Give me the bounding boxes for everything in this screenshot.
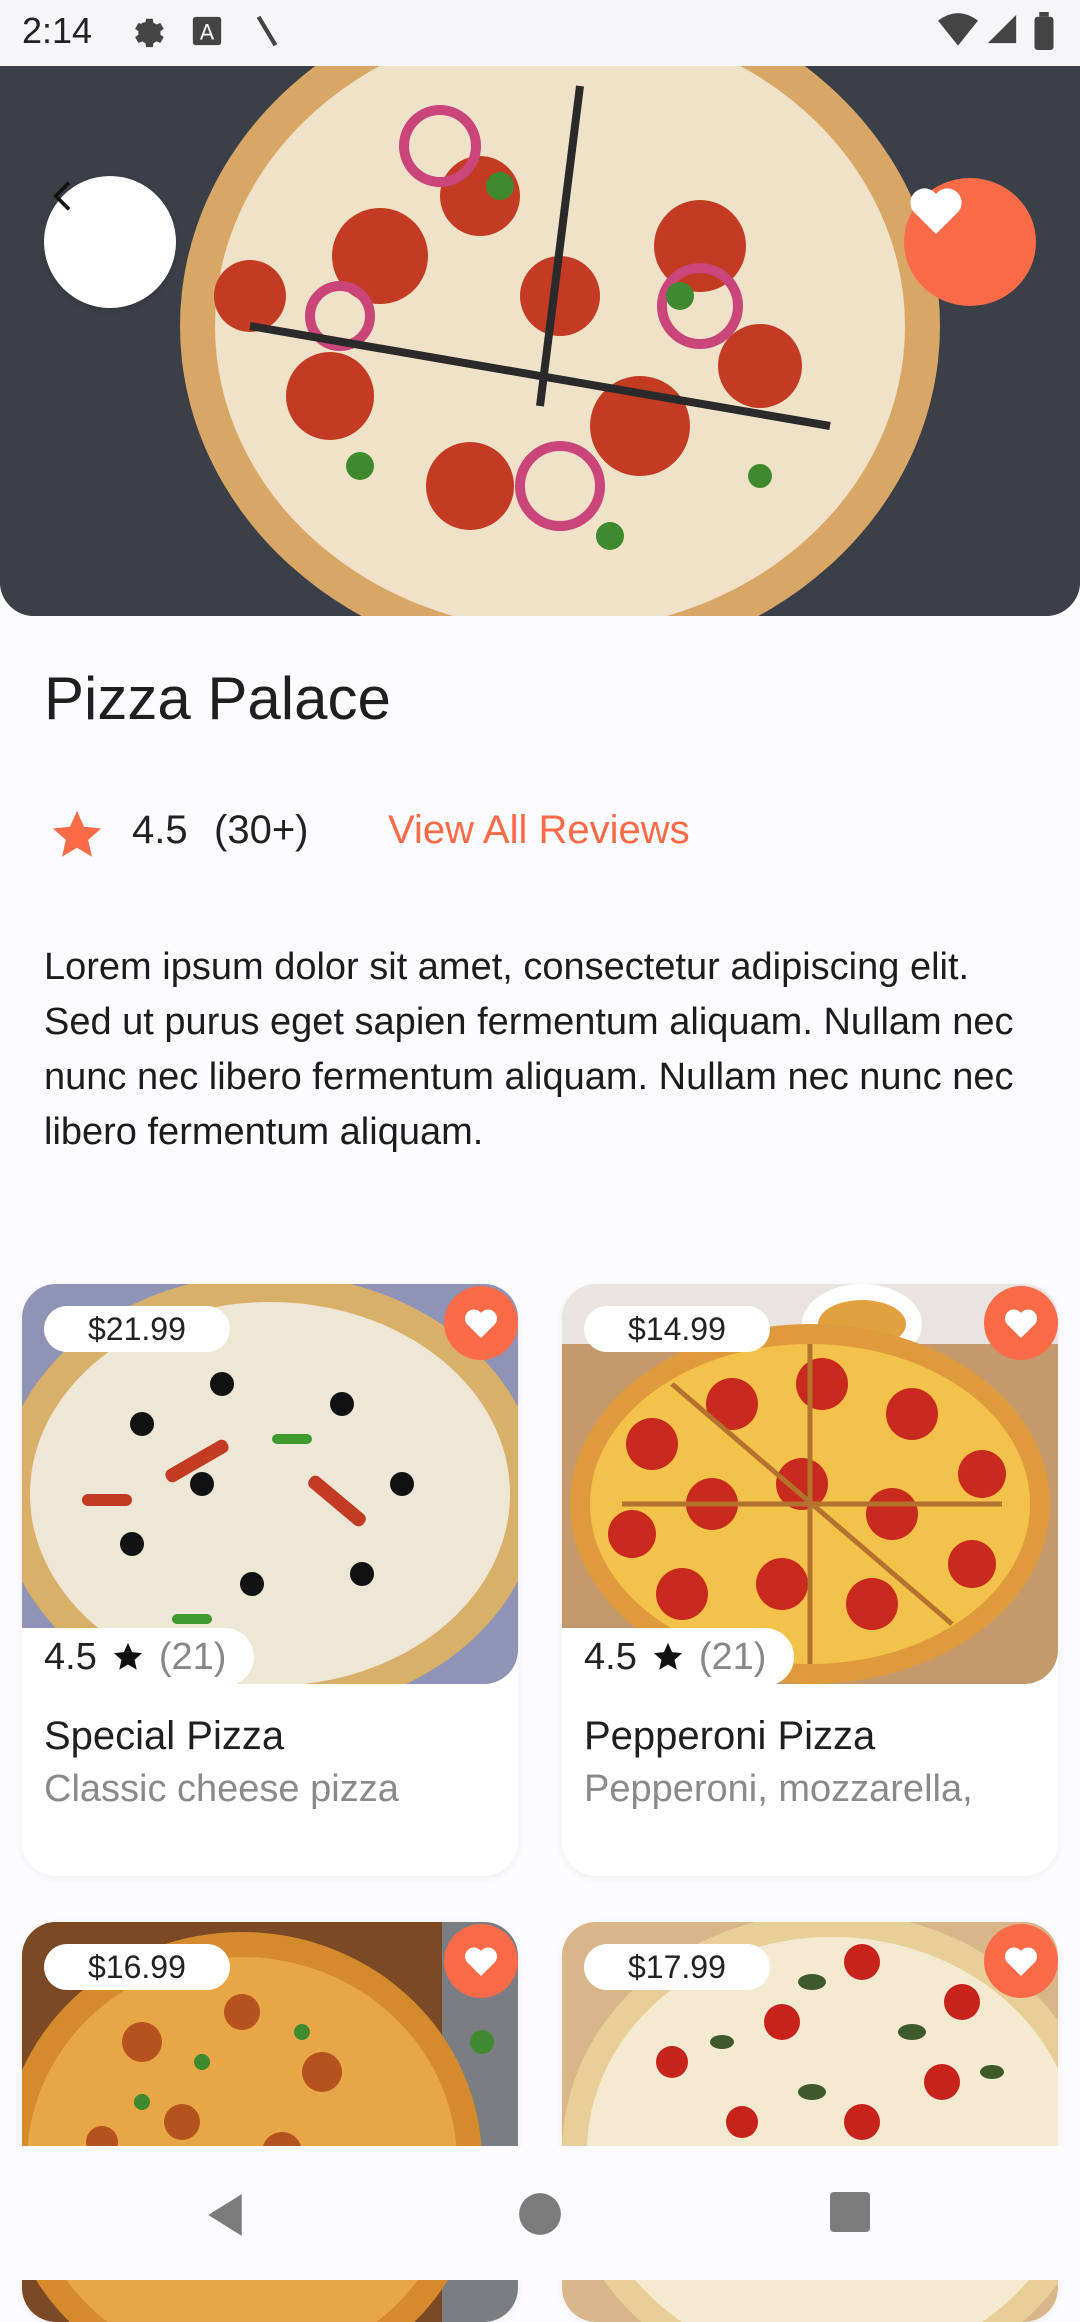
- item-price: $14.99: [584, 1306, 770, 1352]
- nav-back-icon[interactable]: [204, 2192, 246, 2238]
- signal-icon: [987, 14, 1017, 44]
- item-favorite-button[interactable]: [444, 1924, 518, 1998]
- item-rating-badge: 4.5 (21): [22, 1628, 255, 1686]
- view-all-reviews-link[interactable]: View All Reviews: [388, 808, 690, 853]
- back-arrow-icon: [53, 181, 71, 211]
- heart-icon: [464, 1309, 498, 1338]
- item-rating: 4.5: [44, 1636, 97, 1678]
- heart-icon: [1004, 1947, 1038, 1976]
- item-rating-badge: 4.5 (21): [562, 1628, 795, 1686]
- star-icon: [653, 1642, 682, 1670]
- wifi-icon: [938, 13, 978, 46]
- heart-icon: [464, 1947, 498, 1976]
- item-favorite-button[interactable]: [984, 1286, 1058, 1360]
- rating-count: (30+): [214, 808, 309, 852]
- star-icon: [52, 810, 102, 857]
- nav-home-icon[interactable]: [518, 2192, 562, 2236]
- menu-item-card[interactable]: $21.99 4.5 (21) Special Pizza Classic ch…: [22, 1284, 518, 1876]
- settings-icon: [135, 18, 164, 48]
- restaurant-description: Lorem ipsum dolor sit amet, consectetur …: [44, 946, 1014, 1153]
- battery-icon: [1034, 12, 1054, 50]
- pizza-image: [0, 66, 1080, 616]
- back-button[interactable]: [44, 176, 176, 308]
- item-subtitle: Classic cheese pizza: [44, 1768, 399, 1810]
- item-subtitle: Pepperoni, mozzarella,: [584, 1768, 973, 1810]
- item-rating-count: (21): [698, 1636, 767, 1678]
- status-time: 2:14: [22, 10, 93, 51]
- rating-value: 4.5: [132, 808, 188, 852]
- favorite-button[interactable]: [904, 178, 1036, 306]
- item-favorite-button[interactable]: [984, 1924, 1058, 1998]
- item-rating: 4.5: [584, 1636, 637, 1678]
- heart-icon: [1004, 1309, 1038, 1338]
- item-price: $17.99: [584, 1944, 770, 1990]
- menu-item-card[interactable]: $14.99 4.5 (21) Pepperoni Pizza Pepperon…: [562, 1284, 1058, 1876]
- item-price: $16.99: [44, 1944, 230, 1990]
- star-icon: [113, 1642, 142, 1670]
- item-rating-count: (21): [158, 1636, 227, 1678]
- font-icon: A: [192, 16, 222, 46]
- svg-text:A: A: [200, 21, 215, 46]
- item-name: Special Pizza: [44, 1714, 285, 1758]
- item-price: $21.99: [44, 1306, 230, 1352]
- restaurant-name: Pizza Palace: [44, 665, 391, 732]
- heart-icon: [910, 188, 962, 234]
- item-name: Pepperoni Pizza: [584, 1714, 876, 1758]
- restaurant-hero-image: [0, 66, 1080, 616]
- nav-recents-icon[interactable]: [830, 2192, 870, 2232]
- rating-row: 4.5 (30+) View All Reviews: [48, 800, 1048, 870]
- item-favorite-button[interactable]: [444, 1286, 518, 1360]
- status-bar: 2:14 A: [0, 0, 1080, 66]
- no-sim-icon: [256, 15, 278, 47]
- system-navigation-bar: [0, 2146, 1080, 2280]
